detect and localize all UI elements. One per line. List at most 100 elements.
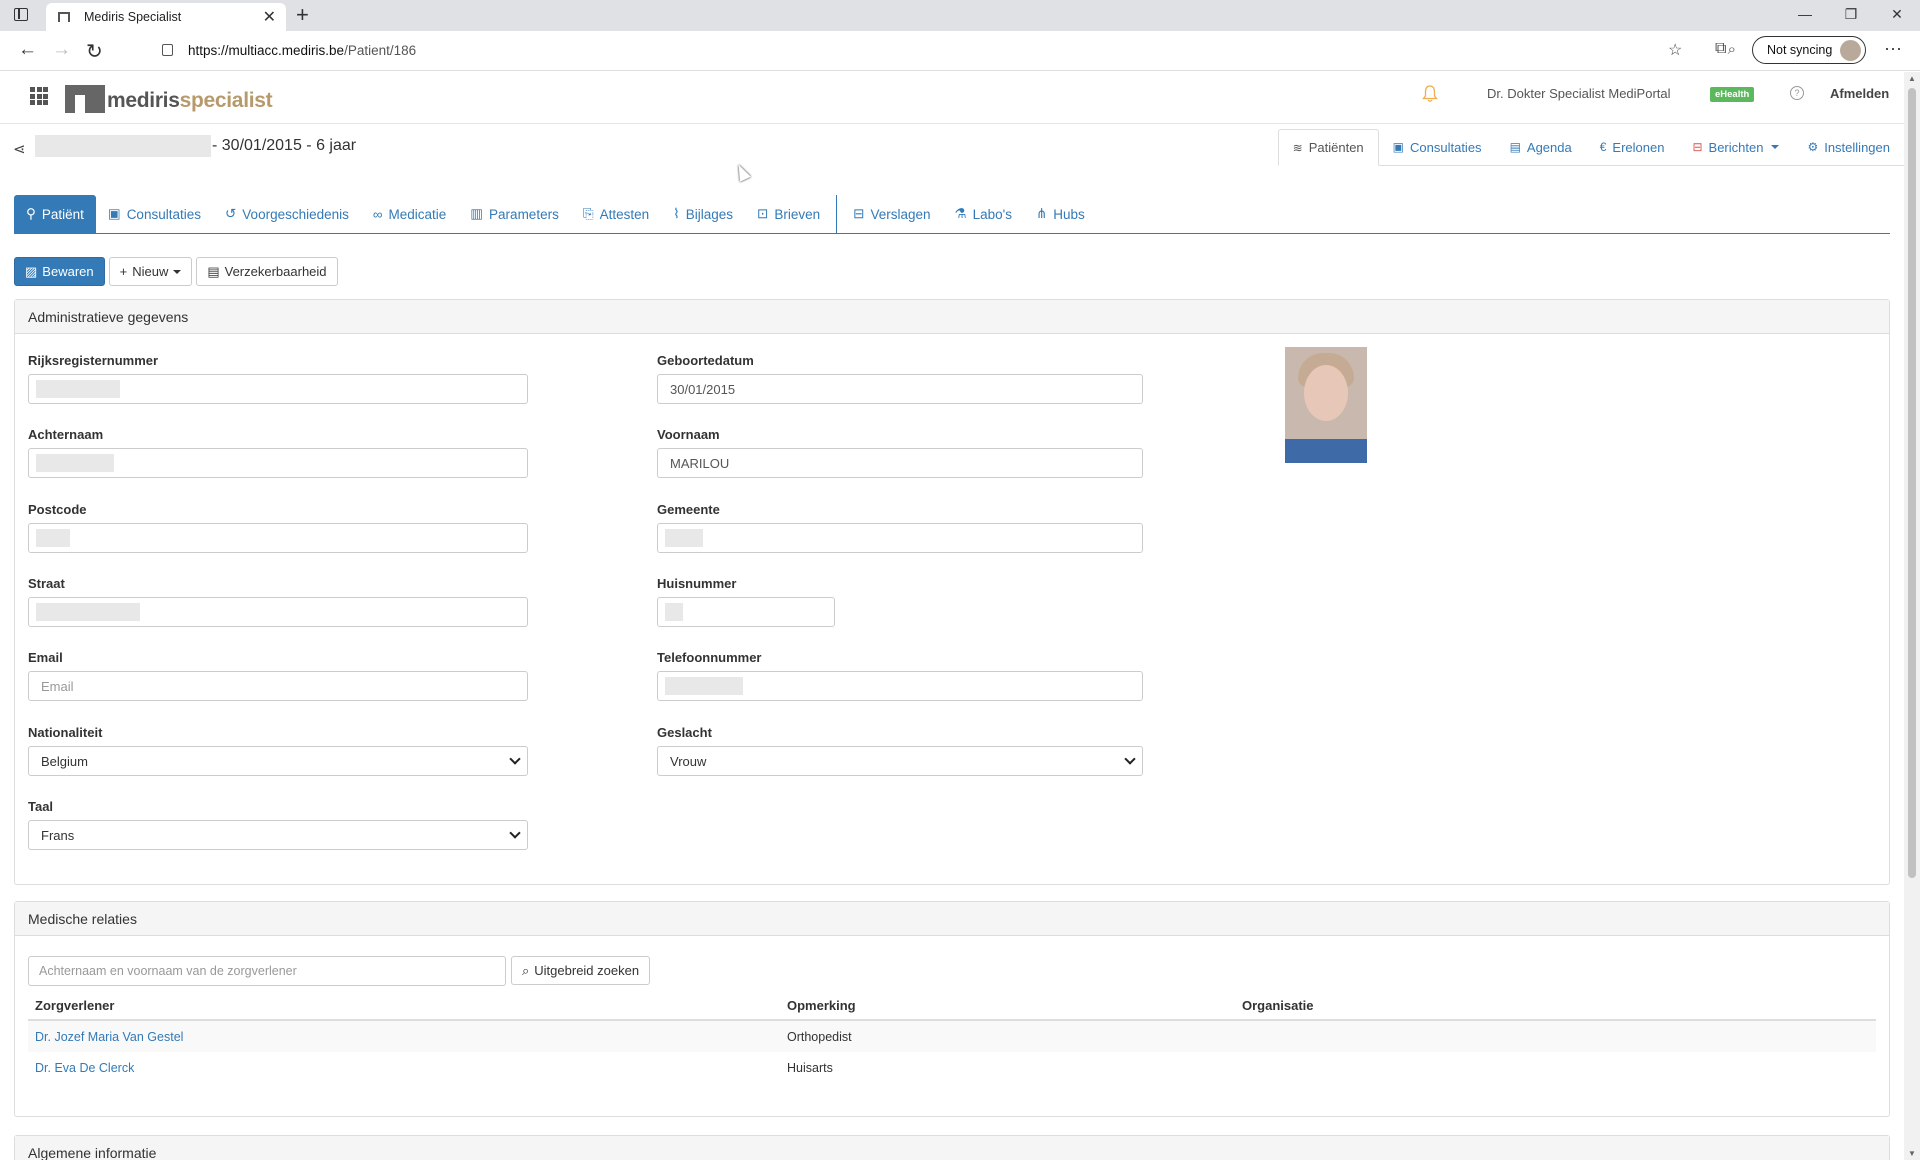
sync-label: Not syncing: [1767, 43, 1833, 57]
browser-titlebar: Mediris Specialist ✕ + — ❐ ✕: [0, 0, 1920, 31]
taal-group: Taal Frans: [28, 799, 528, 850]
geboortedatum-group: Geboortedatum 30/01/2015: [657, 353, 1143, 404]
new-tab-icon[interactable]: +: [296, 2, 309, 28]
nav-patienten[interactable]: ≋ Patiënten: [1277, 129, 1379, 166]
tab-actions-icon[interactable]: [14, 8, 28, 21]
advanced-search-button[interactable]: ⌕ Uitgebreid zoeken: [511, 956, 651, 985]
mediris-logo[interactable]: medirisspecialist: [65, 81, 273, 113]
rijksregister-field[interactable]: [28, 374, 528, 404]
chevron-down-icon: [509, 753, 521, 765]
scroll-down-icon[interactable]: ▼: [1908, 1149, 1916, 1158]
tab-voorgeschiedenis[interactable]: ↺ Voorgeschiedenis: [213, 195, 361, 233]
tab-title: Mediris Specialist: [84, 10, 182, 24]
admin-panel: Administratieve gegevens Rijksregisternu…: [14, 299, 1890, 885]
close-tab-icon[interactable]: ✕: [263, 7, 276, 27]
caregiver-link[interactable]: Dr. Jozef Maria Van Gestel: [35, 1030, 183, 1044]
inbox-icon: ⊟: [853, 206, 865, 221]
apps-grid-icon[interactable]: [30, 87, 48, 105]
rijksregister-group: Rijksregisternummer: [28, 353, 528, 404]
postcode-field[interactable]: [28, 523, 528, 553]
caregiver-search-input[interactable]: Achternaam en voornaam van de zorgverlen…: [28, 956, 506, 986]
relations-panel: Medische relaties Achternaam en voornaam…: [14, 901, 1890, 1117]
add-favorite-icon[interactable]: ☆: [1668, 40, 1682, 60]
straat-field[interactable]: [28, 597, 528, 627]
refresh-icon[interactable]: ↻: [86, 39, 103, 64]
browser-tab[interactable]: Mediris Specialist ✕: [46, 3, 286, 31]
restore-icon[interactable]: ❐: [1828, 0, 1874, 31]
geslacht-select[interactable]: Vrouw: [657, 746, 1143, 776]
gemeente-field[interactable]: [657, 523, 1143, 553]
tab-patient[interactable]: ⚲ Patiënt: [14, 195, 96, 233]
new-button[interactable]: + Nieuw: [108, 257, 193, 286]
geboortedatum-field[interactable]: 30/01/2015: [657, 374, 1143, 404]
forward-icon[interactable]: →: [52, 39, 71, 61]
tab-labos[interactable]: ⚗ Labo's: [943, 195, 1024, 233]
tab-bijlages[interactable]: ⌇ Bijlages: [661, 195, 745, 233]
site-favicon-icon: [58, 12, 70, 22]
help-icon[interactable]: ?: [1790, 86, 1804, 100]
flask-icon: ⚗: [954, 206, 967, 221]
voornaam-field[interactable]: MARILOU: [657, 448, 1143, 478]
patient-photo[interactable]: [1285, 347, 1367, 463]
tab-parameters[interactable]: ▥ Parameters: [458, 195, 571, 233]
scrollbar-thumb[interactable]: [1908, 88, 1916, 878]
taal-select[interactable]: Frans: [28, 820, 528, 850]
tab-labos-label: Labo's: [972, 206, 1012, 222]
nav-instellingen-label: Instellingen: [1824, 139, 1890, 155]
zoom-icon[interactable]: ⌕: [1728, 41, 1736, 58]
achternaam-label: Achternaam: [28, 427, 104, 442]
photo-face: [1304, 365, 1348, 421]
tab-parameters-label: Parameters: [489, 206, 559, 222]
insurability-button[interactable]: ▤ Verzekerbaarheid: [196, 257, 338, 286]
column-header: Zorgverlener: [28, 992, 780, 1021]
minimize-icon[interactable]: —: [1782, 0, 1828, 31]
geslacht-group: Geslacht Vrouw: [657, 725, 1143, 776]
nationaliteit-select[interactable]: Belgium: [28, 746, 528, 776]
collections-icon[interactable]: ⧉: [1715, 40, 1726, 58]
tab-attesten[interactable]: ⎘ Attesten: [571, 195, 661, 233]
nav-instellingen[interactable]: ⚙ Instellingen: [1793, 129, 1904, 165]
caregiver-link[interactable]: Dr. Eva De Clerck: [35, 1061, 134, 1075]
table-row: Dr. Jozef Maria Van Gestel Orthopedist: [28, 1019, 1876, 1052]
notification-bell-icon[interactable]: [1422, 85, 1438, 103]
email-field[interactable]: Email: [28, 671, 528, 701]
straat-label: Straat: [28, 576, 65, 591]
scroll-up-icon[interactable]: ▲: [1908, 74, 1916, 83]
huisnummer-field[interactable]: [657, 597, 835, 627]
tab-consultaties[interactable]: ▣ Consultaties: [96, 195, 213, 233]
page-scrollbar[interactable]: ▲ ▼: [1904, 72, 1920, 1160]
ehealth-badge[interactable]: eHealth: [1710, 87, 1755, 102]
url-field[interactable]: https://multiacc.mediris.be/Patient/186 …: [144, 35, 1744, 66]
app-header: medirisspecialist Dr. Dokter Specialist …: [0, 71, 1904, 124]
tab-consultaties-label: Consultaties: [126, 206, 201, 222]
nav-consultaties[interactable]: ▣ Consultaties: [1379, 129, 1496, 165]
chevron-down-icon: [1771, 145, 1780, 149]
doctor-name[interactable]: Dr. Dokter Specialist MediPortal: [1487, 86, 1671, 101]
telefoon-field[interactable]: [657, 671, 1143, 701]
tab-hubs[interactable]: ⋔ Hubs: [1024, 195, 1097, 233]
nav-berichten-label: Berichten: [1708, 139, 1764, 155]
nav-erelonen[interactable]: € Erelonen: [1586, 129, 1679, 165]
nav-patienten-label: Patiënten: [1308, 140, 1364, 155]
logout-link[interactable]: Afmelden: [1830, 86, 1889, 101]
share-icon[interactable]: ⋖: [13, 140, 26, 158]
nav-berichten[interactable]: ⊟ Berichten: [1678, 129, 1793, 165]
email-group: Email Email: [28, 650, 528, 701]
sync-button[interactable]: Not syncing: [1752, 36, 1866, 64]
more-options-icon[interactable]: ···: [1884, 38, 1902, 59]
achternaam-field[interactable]: [28, 448, 528, 478]
tab-verslagen[interactable]: ⊟ Verslagen: [841, 195, 942, 233]
url-path: /Patient/186: [344, 43, 417, 58]
letter-icon: ⊡: [757, 206, 769, 221]
close-window-icon[interactable]: ✕: [1874, 0, 1920, 31]
back-icon[interactable]: ←: [18, 39, 37, 61]
patients-icon: ≋: [1292, 140, 1303, 155]
tab-brieven[interactable]: ⊡ Brieven: [745, 195, 832, 233]
save-button[interactable]: ▨ Bewaren: [14, 257, 105, 286]
patient-bar: ⋖ - 30/01/2015 - 6 jaar ≋ Patiënten ▣ Cons…: [0, 124, 1904, 166]
tab-medicatie[interactable]: ∞ Medicatie: [361, 195, 458, 233]
nav-agenda[interactable]: ▤ Agenda: [1496, 129, 1586, 165]
url-domain: https://multiacc.mediris.be: [188, 43, 345, 58]
general-panel: Algemene informatie: [14, 1135, 1890, 1160]
redacted-value: [36, 529, 70, 547]
